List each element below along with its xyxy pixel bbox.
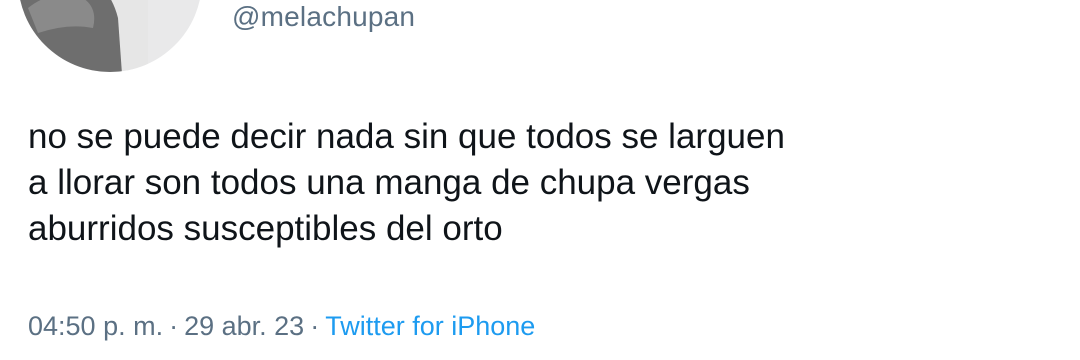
tweet-date[interactable]: 29 abr. 23: [184, 311, 304, 341]
meta-separator: ·: [169, 311, 179, 341]
tweet-time[interactable]: 04:50 p. m.: [28, 311, 163, 341]
meta-separator: ·: [310, 311, 320, 341]
avatar[interactable]: [18, 0, 202, 72]
tweet-text: no se puede decir nada sin que todos se …: [28, 114, 1058, 252]
tweet-text-line: a llorar son todos una manga de chupa ve…: [28, 163, 750, 202]
tweet-metadata: 04:50 p. m. · 29 abr. 23 · Twitter for iPhon…: [28, 308, 535, 344]
tweet-source-link[interactable]: Twitter for iPhone: [325, 311, 535, 341]
tweet-text-line: aburridos susceptibles del orto: [28, 209, 503, 248]
author-handle[interactable]: @melachupan: [232, 0, 415, 34]
tweet-card: @melachupan no se puede decir nada sin q…: [0, 0, 1080, 360]
avatar-photo: [18, 0, 148, 72]
tweet-text-line: no se puede decir nada sin que todos se …: [28, 117, 785, 156]
